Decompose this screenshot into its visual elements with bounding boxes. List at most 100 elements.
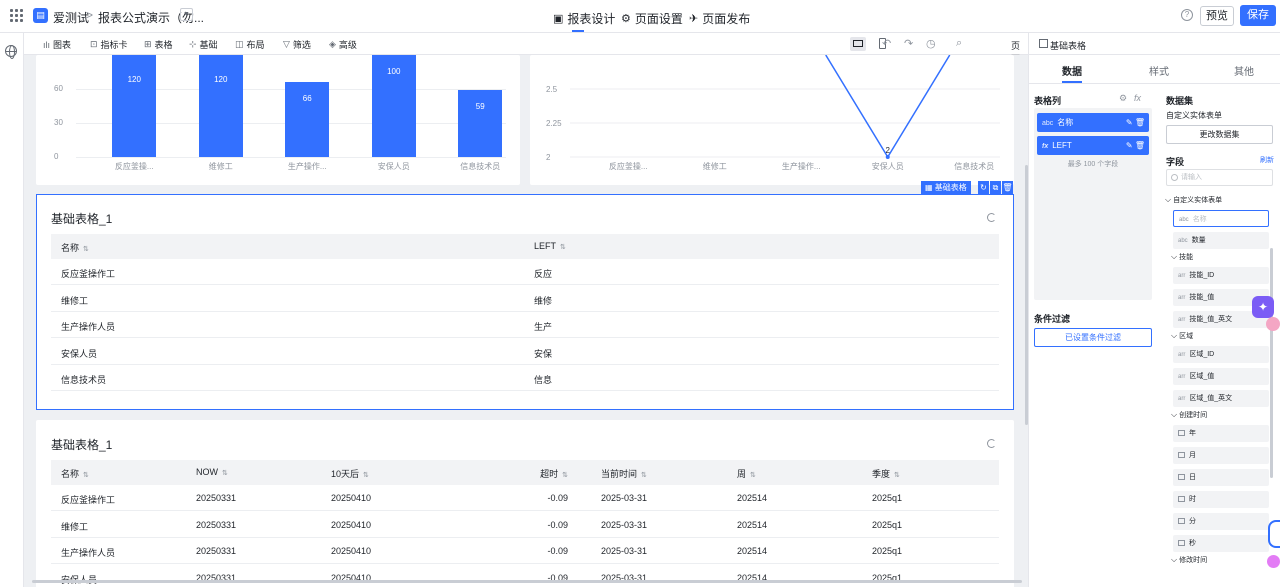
globe-icon[interactable] bbox=[5, 45, 17, 59]
sort-icon[interactable]: ⇅ bbox=[363, 472, 369, 479]
chevron-down-icon[interactable]: ⌵ bbox=[1165, 195, 1171, 205]
refresh-fields-link[interactable]: 刷新 bbox=[1260, 155, 1274, 165]
chevron-down-icon[interactable]: ⌵ bbox=[1171, 555, 1177, 565]
column-header[interactable]: 当前时间 ⇅ bbox=[601, 467, 647, 480]
column-header[interactable]: 10天后 ⇅ bbox=[331, 467, 369, 480]
field-item[interactable]: arr 区域_ID bbox=[1173, 346, 1269, 363]
tree-group[interactable]: ⌵ 修改时间 bbox=[1171, 555, 1207, 565]
toolbar-chart[interactable]: ılı 图表 bbox=[43, 38, 71, 51]
search-icon[interactable]: ⌕ bbox=[956, 37, 962, 50]
tree-group[interactable]: ⌵ 自定义实体表单 bbox=[1165, 195, 1222, 205]
field-search-input[interactable]: 请输入 bbox=[1166, 169, 1273, 186]
column-chip-name[interactable]: abc 名称 ✎ 🗑 bbox=[1037, 113, 1149, 132]
refresh-icon[interactable] bbox=[987, 439, 996, 448]
toolbar-table[interactable]: ⊞ 表格 bbox=[144, 38, 173, 51]
app-name[interactable]: 爱测试 bbox=[53, 9, 89, 26]
field-item[interactable]: 时 bbox=[1173, 491, 1269, 508]
field-item[interactable]: 月 bbox=[1173, 447, 1269, 464]
data-point[interactable] bbox=[885, 155, 890, 159]
edit-delete-icons[interactable]: ✎ 🗑 bbox=[1126, 136, 1145, 155]
fields-scrollbar[interactable] bbox=[1270, 248, 1273, 478]
sort-icon[interactable]: ⇅ bbox=[894, 472, 900, 479]
bar[interactable]: 59 bbox=[458, 90, 503, 157]
toolbar-kpi-card[interactable]: ⊡ 指标卡 bbox=[90, 38, 128, 51]
tab-other[interactable]: 其他 bbox=[1234, 63, 1254, 78]
condition-filter-button[interactable]: 已设置条件过滤 bbox=[1034, 328, 1152, 347]
redo-icon[interactable]: ↷ bbox=[904, 37, 913, 50]
tree-group-label: 技能 bbox=[1179, 254, 1194, 261]
table-row[interactable]: 维修工 20250331 20250410 -0.09 2025-03-31 202514… bbox=[51, 512, 999, 538]
bar-chart-card[interactable]: 60 30 0 120 反应釜操... 120 维修工 66 生产操作... 100 安保人员 59 信… bbox=[36, 55, 520, 185]
sort-icon[interactable]: ⇅ bbox=[750, 472, 756, 479]
preview-button[interactable]: 预览 bbox=[1200, 6, 1234, 26]
history-icon[interactable]: ◷ bbox=[926, 37, 936, 50]
sort-icon[interactable]: ⇅ bbox=[83, 472, 89, 479]
toolbar-filter[interactable]: ▽ 筛选 bbox=[283, 38, 311, 51]
canvas-horizontal-scrollbar[interactable] bbox=[32, 580, 1022, 583]
table-row[interactable]: 安保人员2025033120250410-0.092025-03-3120251… bbox=[51, 565, 999, 587]
sort-icon[interactable]: ⇅ bbox=[222, 470, 228, 477]
tab-style[interactable]: 样式 bbox=[1149, 63, 1169, 78]
formula-icon[interactable]: fx bbox=[1134, 93, 1141, 103]
delete-component-icon[interactable]: 🗑 bbox=[1002, 181, 1013, 194]
settings-icon[interactable]: ⚙ bbox=[1119, 93, 1127, 104]
table-header: 名称 ⇅ NOW ⇅ 10天后 ⇅ 超时 ⇅ 当前时间 ⇅ 周 ⇅ 季度 ⇅ bbox=[51, 460, 999, 485]
chevron-down-icon[interactable]: ⌵ bbox=[1171, 331, 1177, 341]
field-item[interactable]: arr 区域_值_英文 bbox=[1173, 390, 1269, 407]
bar[interactable]: 120 bbox=[112, 55, 157, 157]
toolbar-layout[interactable]: ◫ 布局 bbox=[235, 38, 265, 51]
bar[interactable]: 100 bbox=[371, 55, 416, 157]
table-columns-dropzone[interactable]: abc 名称 ✎ 🗑 fx LEFT ✎ 🗑 最多 100 个字段 bbox=[1034, 108, 1152, 300]
save-button[interactable]: 保存 bbox=[1240, 5, 1276, 26]
page-dropdown-icon[interactable]: ▼ bbox=[180, 8, 193, 21]
chevron-down-icon[interactable]: ⌵ bbox=[1171, 252, 1177, 262]
tab-report-design[interactable]: ▣ 报表设计 bbox=[553, 10, 615, 27]
field-item[interactable]: abc 数量 bbox=[1173, 232, 1269, 249]
field-item[interactable]: 分 bbox=[1173, 513, 1269, 530]
edit-delete-icons[interactable]: ✎ 🗑 bbox=[1126, 113, 1145, 132]
change-dataset-button[interactable]: 更改数据集 bbox=[1166, 125, 1273, 144]
table-row[interactable]: 生产操作人员 20250331 20250410 -0.09 2025-03-31 202… bbox=[51, 538, 999, 565]
sort-icon[interactable]: ⇅ bbox=[562, 472, 568, 479]
field-name: 技能_ID bbox=[1189, 272, 1215, 279]
undo-icon[interactable]: ↶ bbox=[882, 37, 891, 50]
side-handle-icon[interactable] bbox=[1268, 520, 1280, 548]
column-chip-left[interactable]: fx LEFT ✎ 🗑 bbox=[1037, 136, 1149, 155]
tree-group[interactable]: ⌵ 区域 bbox=[1171, 331, 1193, 341]
help-icon[interactable]: ? bbox=[1181, 9, 1193, 21]
table-card-2[interactable]: 基础表格_1 名称 ⇅ NOW ⇅ 10天后 ⇅ 超时 ⇅ 当前时间 ⇅ 周 ⇅ 季度 ⇅ 反应釜操作工 2… bbox=[36, 420, 1014, 587]
helper-bubble-icon[interactable] bbox=[1266, 317, 1280, 331]
tree-group-label: 修改时间 bbox=[1179, 557, 1208, 564]
selected-component-tag[interactable]: ▦ 基础表格 bbox=[921, 181, 971, 194]
tree-group[interactable]: ⌵ 创建时间 bbox=[1171, 410, 1207, 420]
field-item[interactable]: 日 bbox=[1173, 469, 1269, 486]
bar[interactable]: 66 bbox=[285, 82, 330, 157]
tab-page-settings[interactable]: ⚙ 页面设置 bbox=[621, 10, 683, 27]
app-grid-icon[interactable] bbox=[10, 9, 23, 22]
field-item[interactable]: arr 技能_ID bbox=[1173, 267, 1269, 284]
field-item[interactable]: abc 名称 bbox=[1173, 210, 1269, 227]
toolbar-basic[interactable]: ⊹ 基础 bbox=[189, 38, 218, 51]
toolbar-advanced[interactable]: ◈ 高级 bbox=[329, 38, 357, 51]
tab-data[interactable]: 数据 bbox=[1062, 63, 1082, 78]
line-chart-card[interactable]: 2.5 2.25 2 反应釜操... 维修工 生产操作... 安保人员 信息技术员 2 bbox=[530, 55, 1014, 185]
plugin-icon[interactable] bbox=[1267, 555, 1280, 568]
assistant-icon[interactable]: ✦ bbox=[1252, 296, 1274, 318]
desktop-view-icon[interactable] bbox=[850, 37, 866, 51]
field-item[interactable]: 年 bbox=[1173, 425, 1269, 442]
column-header[interactable]: 名称 ⇅ bbox=[61, 467, 89, 480]
tree-group[interactable]: ⌵ 技能 bbox=[1171, 252, 1193, 262]
copy-component-icon[interactable]: ⧉ bbox=[990, 181, 1001, 194]
sort-icon[interactable]: ⇅ bbox=[641, 472, 647, 479]
column-header[interactable]: 季度 ⇅ bbox=[872, 467, 900, 480]
chevron-down-icon[interactable]: ⌵ bbox=[1171, 410, 1177, 420]
field-item[interactable]: arr 区域_值 bbox=[1173, 368, 1269, 385]
column-header[interactable]: 周 ⇅ bbox=[737, 467, 756, 480]
table-row[interactable]: 反应釜操作工 20250331 20250410 -0.09 2025-03-31 202… bbox=[51, 485, 999, 511]
field-item[interactable]: 秒 bbox=[1173, 535, 1269, 552]
tab-page-publish[interactable]: ✈ 页面发布 bbox=[689, 10, 750, 27]
column-header[interactable]: 超时 ⇅ bbox=[540, 467, 568, 480]
refresh-component-icon[interactable]: ↻ bbox=[978, 181, 989, 194]
bar[interactable]: 120 bbox=[198, 55, 243, 157]
column-header[interactable]: NOW ⇅ bbox=[196, 467, 228, 477]
